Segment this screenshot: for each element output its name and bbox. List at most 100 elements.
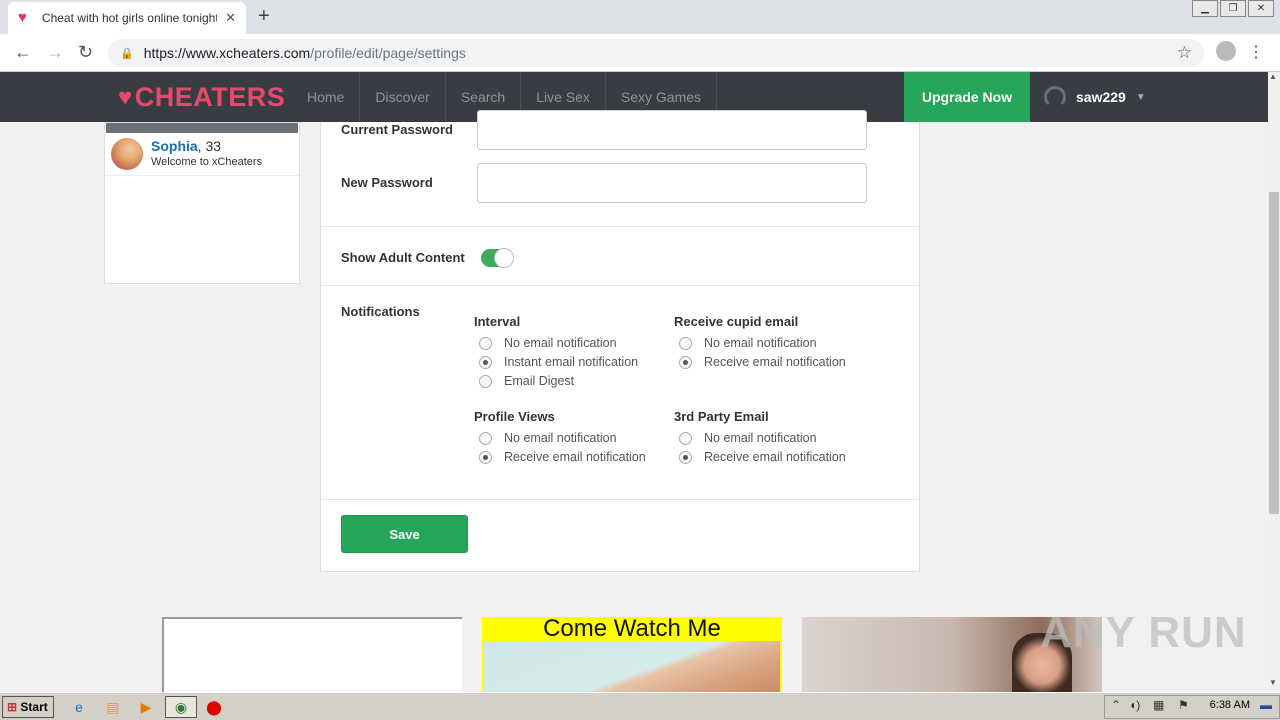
- start-button[interactable]: ⊞ Start: [2, 696, 54, 718]
- adult-content-label: Show Adult Content: [341, 250, 465, 265]
- current-password-label: Current Password: [341, 122, 453, 137]
- browser-toolbar: ← → ↻ 🔒 https://www.xcheaters.com/profil…: [0, 34, 1280, 72]
- third-party-option-receive[interactable]: Receive email notification: [679, 450, 846, 464]
- cupid-option-receive[interactable]: Receive email notification: [679, 355, 846, 369]
- anyrun-watermark: ANY RUN: [1040, 608, 1247, 657]
- radio-button[interactable]: [679, 336, 692, 350]
- url-text: https://www.xcheaters.com/profile/edit/p…: [144, 45, 466, 61]
- address-bar[interactable]: 🔒 https://www.xcheaters.com/profile/edit…: [108, 39, 1204, 67]
- tray-expand-icon[interactable]: ⌃: [1111, 698, 1121, 712]
- divider: [321, 499, 919, 500]
- profile-age: , 33: [197, 138, 222, 154]
- nav-discover[interactable]: Discover: [360, 72, 446, 122]
- new-password-field[interactable]: [477, 163, 867, 203]
- clock[interactable]: 6:38 AM: [1210, 699, 1250, 711]
- logo-text: CHEATERS: [134, 82, 286, 112]
- radio-button-selected[interactable]: [679, 355, 692, 369]
- upgrade-now-button[interactable]: Upgrade Now: [904, 72, 1030, 122]
- profile-views-option-receive[interactable]: Receive email notification: [479, 450, 646, 464]
- interval-option-instant[interactable]: Instant email notification: [479, 355, 638, 369]
- browser-tab[interactable]: ♥ Cheat with hot girls online tonight fo…: [8, 2, 246, 34]
- internet-explorer-icon[interactable]: e: [70, 698, 88, 716]
- cupid-option-none[interactable]: No email notification: [679, 336, 817, 350]
- ad-banner-come-watch[interactable]: Come Watch Me: [482, 617, 782, 692]
- radio-button[interactable]: [679, 431, 692, 445]
- interval-option-none[interactable]: No email notification: [479, 336, 617, 350]
- radio-button[interactable]: [479, 431, 492, 445]
- divider: [321, 285, 919, 286]
- media-player-icon[interactable]: ▶: [137, 698, 155, 716]
- browser-tabstrip: ♥ Cheat with hot girls online tonight fo…: [0, 0, 1280, 34]
- scroll-up-arrow-icon[interactable]: ▲: [1269, 72, 1277, 81]
- volume-icon[interactable]: ◖): [1129, 698, 1140, 712]
- radio-button[interactable]: [479, 374, 492, 388]
- ad-banner-empty[interactable]: [162, 617, 462, 692]
- heart-favicon-icon: ♥: [18, 9, 27, 26]
- third-party-option-none[interactable]: No email notification: [679, 431, 817, 445]
- lock-icon: 🔒: [120, 47, 134, 60]
- new-password-label: New Password: [341, 175, 433, 190]
- heart-logo-icon: ♥: [118, 83, 133, 111]
- tab-title: Cheat with hot girls online tonight fo: [41, 11, 218, 25]
- forward-icon[interactable]: →: [46, 42, 64, 63]
- option-label: Email Digest: [504, 374, 575, 388]
- sidebar-card-header: [106, 123, 298, 133]
- radio-button-selected[interactable]: [679, 450, 692, 464]
- user-icon: [1044, 86, 1066, 108]
- profile-avatar-icon[interactable]: [1216, 41, 1236, 61]
- option-label: No email notification: [504, 336, 617, 350]
- url-host: https://www.xcheaters.com: [143, 45, 311, 61]
- nav-home[interactable]: Home: [292, 72, 361, 122]
- cupid-email-group-title: Receive cupid email: [674, 314, 799, 329]
- stop-icon[interactable]: ⬤: [205, 698, 223, 716]
- interval-option-digest[interactable]: Email Digest: [479, 374, 574, 388]
- flag-icon[interactable]: ⚑: [1178, 698, 1189, 712]
- sidebar-card: Sophia, 33 Welcome to xCheaters: [104, 122, 300, 284]
- profile-views-option-none[interactable]: No email notification: [479, 431, 617, 445]
- avatar[interactable]: [111, 138, 143, 170]
- divider: [321, 226, 919, 227]
- window-controls: ▁ ❐ ✕: [1190, 0, 1274, 17]
- ad-banner-text: Come Watch Me: [543, 615, 721, 642]
- scroll-down-arrow-icon[interactable]: ▼: [1269, 678, 1277, 687]
- save-button[interactable]: Save: [341, 515, 468, 553]
- scrollbar-thumb[interactable]: [1269, 192, 1279, 514]
- close-window-icon[interactable]: ✕: [1248, 0, 1274, 17]
- username: saw229: [1076, 89, 1126, 105]
- settings-panel: Current Password New Password Show Adult…: [320, 110, 920, 572]
- third-party-group-title: 3rd Party Email: [674, 409, 769, 424]
- option-label: No email notification: [704, 336, 817, 350]
- option-label: No email notification: [504, 431, 617, 445]
- radio-button[interactable]: [479, 336, 492, 350]
- current-password-field[interactable]: [477, 110, 867, 150]
- folder-icon[interactable]: ▤: [104, 698, 122, 716]
- bookmark-star-icon[interactable]: ☆: [1177, 43, 1192, 63]
- user-menu[interactable]: saw229 ▼: [1044, 86, 1146, 108]
- option-label: Instant email notification: [504, 355, 639, 369]
- radio-button-selected[interactable]: [479, 355, 492, 369]
- kebab-menu-icon[interactable]: ⋮: [1248, 42, 1264, 62]
- sidebar-profile-item[interactable]: Sophia, 33 Welcome to xCheaters: [105, 133, 299, 176]
- windows-taskbar: ⊞ Start e ▤ ▶ ◉ ⬤ ⌃ ◖) ▦ ⚑ 6:38 AM ▬: [0, 692, 1280, 720]
- ad-banner-image: [484, 641, 780, 692]
- site-logo[interactable]: ♥ CHEATERS: [118, 82, 285, 113]
- option-label: Receive email notification: [704, 355, 846, 369]
- profile-subtitle: Welcome to xCheaters: [151, 156, 263, 168]
- chrome-icon[interactable]: ◉: [172, 698, 190, 716]
- reload-icon[interactable]: ↻: [78, 42, 93, 63]
- new-tab-icon[interactable]: +: [258, 5, 270, 28]
- show-desktop-icon[interactable]: ▬: [1260, 698, 1272, 712]
- interval-group-title: Interval: [474, 314, 521, 329]
- radio-button-selected[interactable]: [479, 450, 492, 464]
- close-tab-icon[interactable]: ✕: [225, 10, 236, 26]
- option-label: Receive email notification: [704, 450, 846, 464]
- option-label: Receive email notification: [504, 450, 646, 464]
- toggle-knob[interactable]: [494, 248, 514, 268]
- restore-icon[interactable]: ❐: [1220, 0, 1246, 17]
- profile-views-group-title: Profile Views: [474, 409, 555, 424]
- network-icon[interactable]: ▦: [1153, 698, 1164, 712]
- profile-name[interactable]: Sophia: [151, 138, 198, 154]
- back-icon[interactable]: ←: [14, 42, 32, 63]
- minimize-icon[interactable]: ▁: [1192, 0, 1218, 17]
- option-label: No email notification: [704, 431, 817, 445]
